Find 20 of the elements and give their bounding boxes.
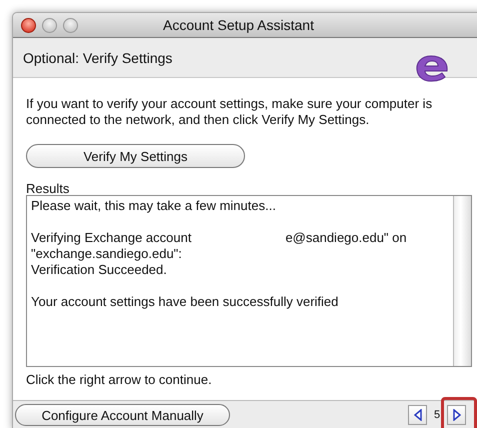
result-text: e@sandiego.edu" on [285, 230, 407, 246]
window-title: Account Setup Assistant [163, 17, 314, 33]
result-text: Verifying Exchange account [31, 230, 192, 246]
hint-text: Click the right arrow to continue. [26, 372, 213, 388]
results-label: Results [26, 182, 70, 195]
page-heading: Optional: Verify Settings [23, 50, 172, 66]
configure-manually-button[interactable]: Configure Account Manually [15, 404, 230, 426]
result-text: Verification Succeeded. [31, 262, 167, 278]
result-text: Please wait, this may take a few minutes... [31, 198, 276, 214]
right-arrow-icon [452, 409, 460, 421]
next-button[interactable] [447, 405, 466, 425]
scrollbar[interactable] [453, 196, 471, 366]
left-arrow-icon [414, 409, 422, 421]
page-number: 5 [432, 409, 442, 421]
result-text: Your account settings have been successfully verified [31, 294, 338, 310]
result-text: "exchange.sandiego.edu": [31, 246, 182, 262]
verify-settings-button[interactable]: Verify My Settings [26, 144, 245, 168]
back-button[interactable] [408, 405, 427, 425]
instruction-text: If you want to verify your account settings, make sure your computer is connected to the network, and then click Verify My Settings. [26, 96, 434, 128]
close-button[interactable] [21, 18, 36, 32]
